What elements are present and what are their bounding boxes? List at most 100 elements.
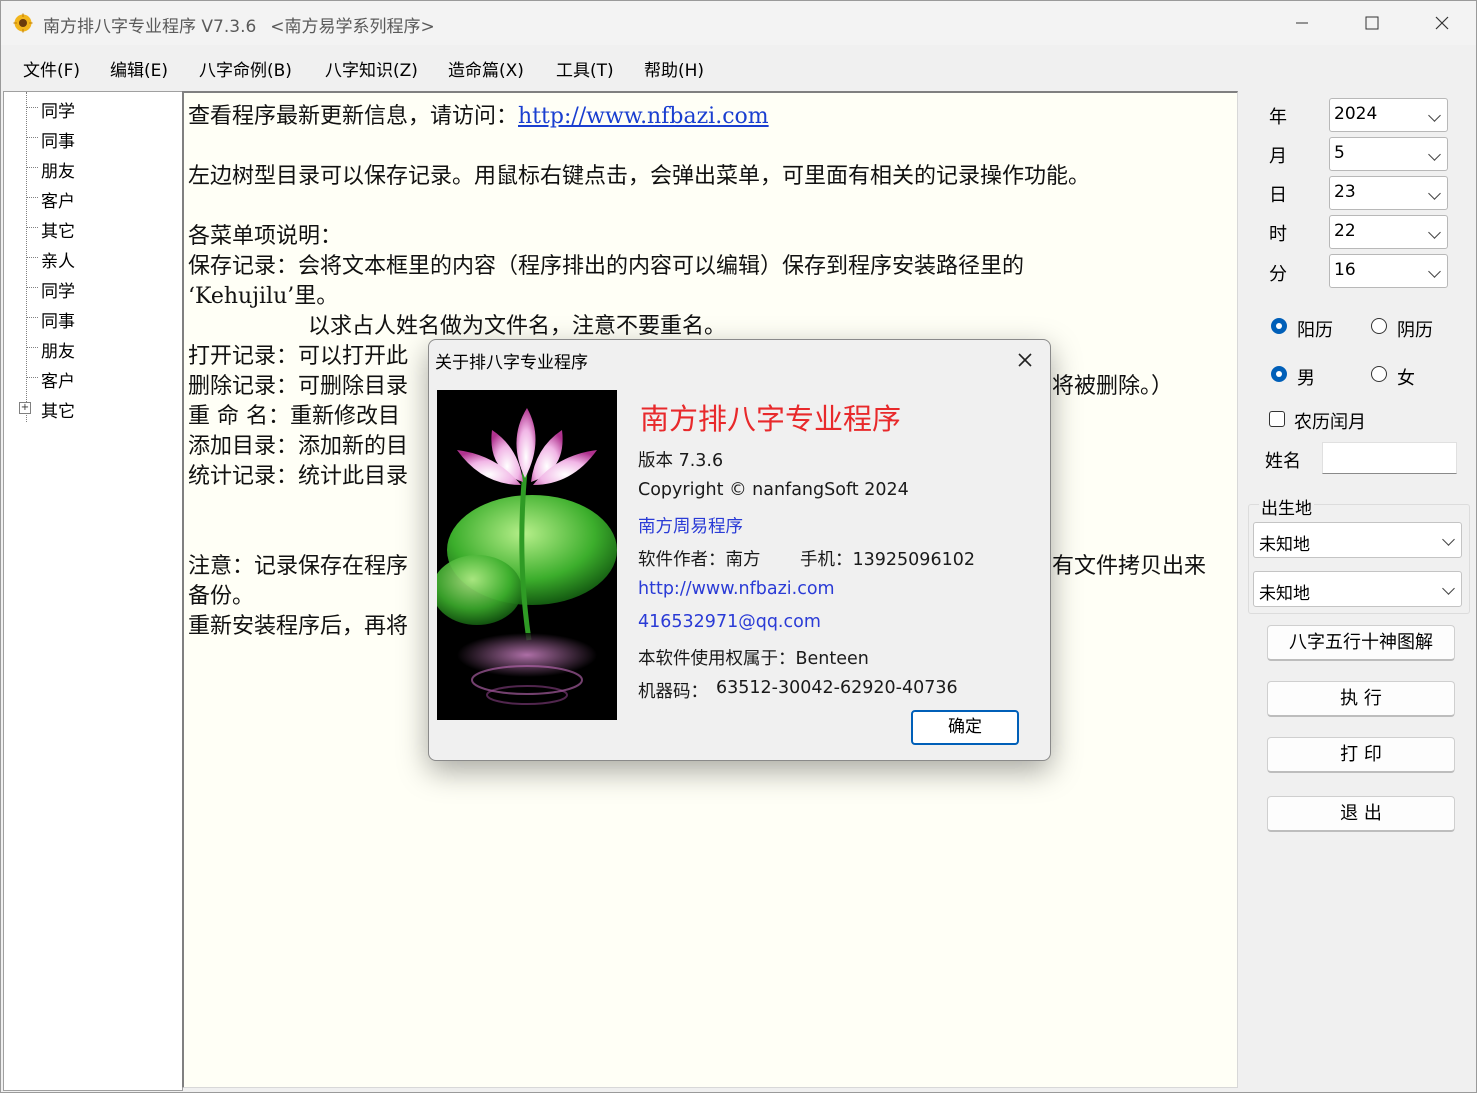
- window-title-text: 南方排八字专业程序 V7.3.6: [43, 17, 257, 37]
- maximize-button[interactable]: [1337, 1, 1407, 45]
- print-button[interactable]: 打 印: [1267, 737, 1455, 773]
- lotus-flower-image: [437, 390, 617, 720]
- tree-item-relatives[interactable]: 亲人: [4, 243, 174, 273]
- tree-item-friends-2[interactable]: 朋友: [4, 333, 174, 363]
- close-window-button[interactable]: [1407, 1, 1477, 45]
- tree-item-label: 朋友: [41, 162, 75, 182]
- website-link[interactable]: http://www.nfbazi.com: [518, 104, 769, 129]
- text-line: 查看程序最新更新信息，请访问：http://www.nfbazi.com: [188, 98, 769, 130]
- month-label: 月: [1269, 146, 1287, 167]
- year-combo[interactable]: 2024: [1329, 98, 1448, 132]
- tree-item-classmates[interactable]: 同学: [4, 93, 174, 123]
- menu-tools[interactable]: 工具(T): [556, 56, 614, 81]
- menu-file[interactable]: 文件(F): [23, 56, 80, 81]
- expand-plus-icon[interactable]: +: [19, 402, 31, 414]
- leap-month-label: 农历闰月: [1294, 412, 1366, 433]
- hour-combo[interactable]: 22: [1329, 215, 1448, 249]
- tree-item-friends[interactable]: 朋友: [4, 153, 174, 183]
- about-app-name: 南方排八字专业程序: [640, 402, 902, 436]
- about-dialog: 关于排八字专业程序 南方排八字专业程序 版本 7.3.6 Copyright ©…: [428, 339, 1051, 761]
- lunar-radio[interactable]: [1371, 318, 1387, 334]
- solar-radio[interactable]: [1271, 318, 1287, 334]
- menu-help[interactable]: 帮助(H): [644, 56, 704, 81]
- about-author: 软件作者：南方: [638, 550, 761, 570]
- tree-item-others[interactable]: 其它: [4, 213, 174, 243]
- bazi-chart-button[interactable]: 八字五行十神图解: [1267, 625, 1455, 661]
- minimize-icon: [1296, 22, 1308, 24]
- tree-item-classmates-2[interactable]: 同学: [4, 273, 174, 303]
- tree-item-colleagues-2[interactable]: 同事: [4, 303, 174, 333]
- text-line: 备份。: [188, 584, 255, 609]
- about-email-link[interactable]: 416532971@qq.com: [638, 612, 821, 632]
- chevron-down-icon: [1428, 148, 1441, 161]
- menu-bazi-cases[interactable]: 八字命例(B): [199, 56, 292, 81]
- month-combo[interactable]: 5: [1329, 137, 1448, 171]
- ok-button[interactable]: 确定: [911, 710, 1019, 745]
- day-label: 日: [1269, 185, 1287, 206]
- menu-bazi-knowledge[interactable]: 八字知识(Z): [325, 56, 418, 81]
- text-line: ‘Kehujilu’里。: [188, 284, 339, 309]
- about-machine-label: 机器码：: [638, 682, 708, 702]
- dialog-close-button[interactable]: [1011, 346, 1039, 374]
- text-line: 保存记录：会将文本框里的内容（程序排出的内容可以编辑）保存到程序安装路径里的: [188, 254, 1025, 279]
- about-series: 南方周易程序: [638, 517, 743, 537]
- year-label: 年: [1269, 107, 1287, 128]
- birthplace-city-combo[interactable]: 未知地: [1253, 571, 1462, 607]
- about-version: 版本 7.3.6: [638, 451, 724, 471]
- exit-button[interactable]: 退 出: [1267, 796, 1455, 832]
- run-button[interactable]: 执 行: [1267, 681, 1455, 717]
- birthplace-city-value: 未知地: [1259, 584, 1310, 604]
- text-line: 各菜单项说明：: [188, 224, 343, 249]
- tree-item-others-2[interactable]: + 其它: [4, 393, 174, 423]
- window-title: 南方排八字专业程序 V7.3.6 <南方易学系列程序>: [43, 12, 435, 37]
- about-copyright: Copyright © nanfangSoft 2024: [638, 480, 909, 500]
- birthplace-province-combo[interactable]: 未知地: [1253, 522, 1462, 558]
- year-value: 2024: [1334, 104, 1378, 124]
- maximize-icon: [1365, 16, 1379, 30]
- title-bar: 南方排八字专业程序 V7.3.6 <南方易学系列程序>: [1, 1, 1476, 45]
- month-value: 5: [1334, 143, 1345, 163]
- text-line: 以求占人姓名做为文件名，注意不要重名。: [308, 314, 727, 339]
- leap-month-checkbox[interactable]: [1269, 411, 1285, 427]
- text-line: 重新安装程序后，再将: [188, 614, 409, 639]
- tree-item-clients-2[interactable]: 客户: [4, 363, 174, 393]
- name-input[interactable]: [1322, 442, 1457, 474]
- record-tree[interactable]: 同学 同事 朋友 客户 其它 亲人 同学 同事 朋友 客户 + 其它: [3, 91, 183, 1091]
- birthplace-label: 出生地: [1259, 494, 1314, 519]
- chevron-down-icon: [1442, 533, 1455, 546]
- text-line: 重 命 名：重新修改目: [188, 404, 400, 429]
- female-radio[interactable]: [1371, 366, 1387, 382]
- chevron-down-icon: [1428, 109, 1441, 122]
- minimize-button[interactable]: [1267, 1, 1337, 45]
- chevron-down-icon: [1428, 226, 1441, 239]
- day-combo[interactable]: 23: [1329, 176, 1448, 210]
- tree-item-colleagues[interactable]: 同事: [4, 123, 174, 153]
- menu-edit[interactable]: 编辑(E): [110, 56, 168, 81]
- chevron-down-icon: [1428, 265, 1441, 278]
- text-line: 将被删除。）: [1052, 374, 1174, 399]
- about-website-link[interactable]: http://www.nfbazi.com: [638, 579, 835, 599]
- female-label: 女: [1397, 368, 1415, 389]
- text-line: 注意：记录保存在程序: [188, 554, 409, 579]
- text-line-prefix: 查看程序最新更新信息，请访问：: [188, 104, 519, 129]
- sunflower-app-icon: [13, 13, 33, 33]
- male-radio[interactable]: [1271, 366, 1287, 382]
- birthplace-province-value: 未知地: [1259, 535, 1310, 555]
- lunar-label: 阴历: [1397, 320, 1433, 341]
- tree-item-label: 朋友: [41, 342, 75, 362]
- text-line: 左边树型目录可以保存记录。用鼠标右键点击，会弹出菜单，可里面有相关的记录操作功能…: [188, 164, 1091, 189]
- tree-item-label: 客户: [41, 372, 75, 392]
- hour-label: 时: [1269, 224, 1287, 245]
- text-line: 删除记录：可删除目录: [188, 374, 409, 399]
- close-icon: [1435, 16, 1449, 30]
- day-value: 23: [1334, 182, 1356, 202]
- tree-item-clients[interactable]: 客户: [4, 183, 174, 213]
- text-line: 统计记录：统计此目录: [188, 464, 409, 489]
- minute-combo[interactable]: 16: [1329, 254, 1448, 288]
- chevron-down-icon: [1428, 187, 1441, 200]
- about-phone: 手机：13925096102: [800, 550, 975, 570]
- chevron-down-icon: [1442, 582, 1455, 595]
- tree-item-label: 其它: [41, 402, 75, 422]
- text-line: 有文件拷贝出来: [1052, 554, 1207, 579]
- menu-zaoming[interactable]: 造命篇(X): [448, 56, 524, 81]
